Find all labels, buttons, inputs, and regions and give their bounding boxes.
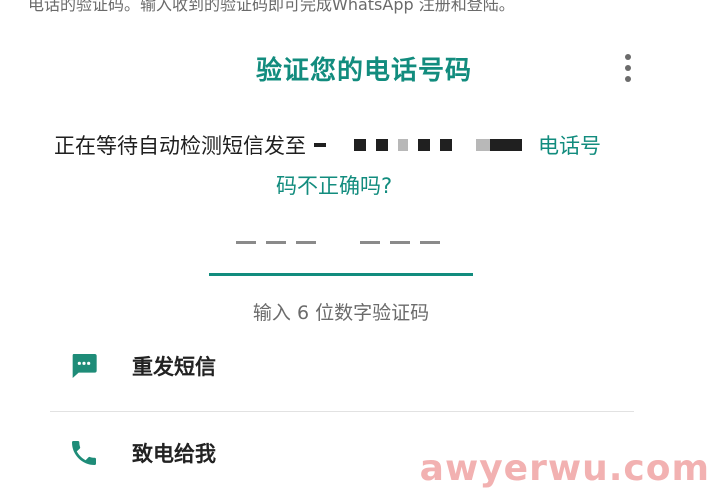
waiting-text: 正在等待自动检测短信发至 [54,134,306,158]
wrong-number-link-continued[interactable]: 码不正确吗? [276,170,392,200]
top-clipped-text: 电话的验证码。输入收到的验证码即可完成WhatsApp 注册和登陆。 [28,0,515,14]
code-input-underline [209,273,473,276]
divider [50,411,634,412]
call-me-label: 致电给我 [132,442,216,466]
code-input[interactable] [236,232,450,252]
wrong-number-link[interactable]: 电话号 [538,130,601,160]
masked-phone-number [314,139,532,151]
code-hint: 输入 6 位数字验证码 [252,302,430,324]
more-vert-icon[interactable] [618,52,638,84]
watermark: awyerwu.com [419,448,710,489]
resend-sms-button[interactable]: 重发短信 [66,348,216,384]
sms-icon [66,348,102,384]
call-me-button[interactable]: 致电给我 [66,435,216,471]
resend-sms-label: 重发短信 [132,355,216,379]
phone-icon [66,435,102,471]
waiting-line: 正在等待自动检测短信发至 电话号 [54,130,601,160]
